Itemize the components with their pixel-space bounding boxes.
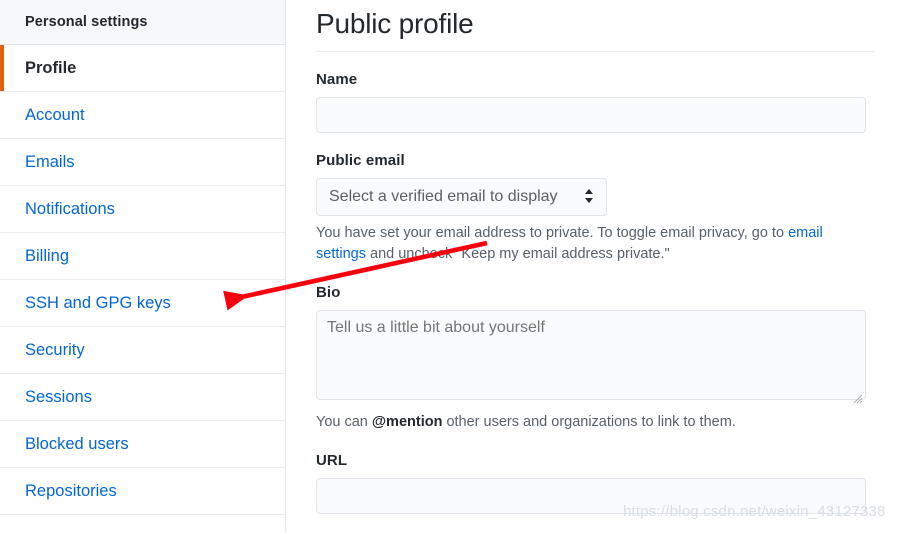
sidebar-item-label: Blocked users <box>25 434 129 453</box>
help-text-after: other users and organizations to link to… <box>442 414 736 430</box>
public-email-help-text: You have set your email address to priva… <box>316 223 866 265</box>
sidebar-item-label: Billing <box>25 246 70 265</box>
sidebar-item-label: Security <box>25 340 85 359</box>
sidebar-header-title: Personal settings <box>25 14 148 30</box>
sidebar-item-label: Sessions <box>25 387 92 406</box>
sidebar-item-security[interactable]: Security <box>0 327 285 374</box>
public-email-select-wrap: Select a verified email to display <box>316 178 607 216</box>
bio-label: Bio <box>316 284 341 301</box>
name-input[interactable] <box>316 97 866 133</box>
bio-textarea[interactable] <box>316 310 866 400</box>
sidebar-item-profile[interactable]: Profile <box>0 45 285 92</box>
page-title: Public profile <box>316 8 474 39</box>
url-input[interactable] <box>316 478 866 514</box>
help-text-before: You can <box>316 414 372 430</box>
url-field-group: URL <box>316 452 866 514</box>
personal-settings-sidebar: Personal settings Profile Account Emails… <box>0 0 286 533</box>
sidebar-item-ssh-and-gpg-keys[interactable]: SSH and GPG keys <box>0 280 285 327</box>
title-divider <box>316 51 874 52</box>
help-text-before: You have set your email address to priva… <box>316 225 789 241</box>
bio-help-text: You can @mention other users and organiz… <box>316 412 866 433</box>
sidebar-item-emails[interactable]: Emails <box>0 139 285 186</box>
sidebar-item-label: Notifications <box>25 199 115 218</box>
name-label: Name <box>316 71 358 88</box>
sidebar-item-repositories[interactable]: Repositories <box>0 468 285 515</box>
public-email-select-value: Select a verified email to display <box>329 188 558 205</box>
public-email-field-group: Public email Select a verified email to … <box>316 152 866 265</box>
sidebar-header: Personal settings <box>0 0 285 45</box>
sidebar-item-account[interactable]: Account <box>0 92 285 139</box>
sidebar-item-label: Profile <box>25 58 77 77</box>
sidebar-item-label: SSH and GPG keys <box>25 293 171 312</box>
sidebar-item-sessions[interactable]: Sessions <box>0 374 285 421</box>
mention-keyword: @mention <box>371 414 443 430</box>
name-field-group: Name <box>316 71 866 133</box>
sidebar-item-notifications[interactable]: Notifications <box>0 186 285 233</box>
sidebar-item-label: Emails <box>25 152 75 171</box>
sidebar-item-billing[interactable]: Billing <box>0 233 285 280</box>
public-email-label: Public email <box>316 152 405 169</box>
sidebar-nav-list: Profile Account Emails Notifications Bil… <box>0 45 285 515</box>
sidebar-item-label: Account <box>25 105 85 124</box>
sidebar-item-blocked-users[interactable]: Blocked users <box>0 421 285 468</box>
settings-page: Personal settings Profile Account Emails… <box>0 0 904 533</box>
public-profile-form: Public profile Name Public email Select … <box>286 0 904 533</box>
help-text-after: and uncheck "Keep my email address priva… <box>365 246 670 262</box>
bio-textarea-wrap <box>316 310 866 405</box>
url-label: URL <box>316 452 348 469</box>
bio-field-group: Bio You can @mention other users and org… <box>316 284 866 433</box>
public-email-select[interactable]: Select a verified email to display <box>316 178 607 216</box>
sidebar-item-label: Repositories <box>25 481 117 500</box>
chevron-up-down-icon <box>584 188 594 204</box>
